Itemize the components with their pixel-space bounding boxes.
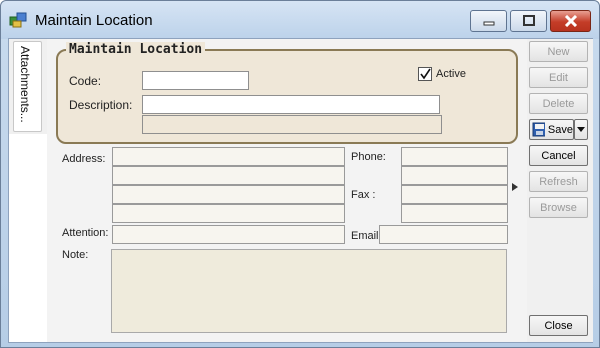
attention-field[interactable] [112,225,345,244]
save-button[interactable]: Save [529,119,574,140]
window-title: Maintain Location [35,12,153,29]
expand-arrow-icon[interactable] [512,183,518,193]
close-button-label: Close [544,319,573,332]
fax-field-1[interactable] [401,185,508,204]
code-field[interactable] [142,71,249,90]
new-button-label: New [547,45,570,58]
main-panel: Maintain Location Code: Description: Act… [47,39,559,342]
delete-button[interactable]: Delete [529,93,588,114]
description-field[interactable] [142,95,440,114]
attachments-tab-label: Attachments... [18,46,32,123]
edit-button[interactable]: Edit [529,67,588,88]
browse-button-label: Browse [540,201,577,214]
active-label: Active [436,68,466,80]
maintain-location-window: Maintain Location Attachments... Maintai… [0,0,600,348]
edit-button-label: Edit [549,71,568,84]
fax-label: Fax : [351,189,376,201]
description2-field[interactable] [142,115,442,134]
floppy-disk-icon [532,122,545,137]
browse-button[interactable]: Browse [529,197,588,218]
client-area: Attachments... Maintain Location Code: D… [8,38,593,343]
email-field[interactable] [379,225,508,244]
close-window-button[interactable] [550,10,591,32]
fax-field-2[interactable] [401,204,508,223]
refresh-button-label: Refresh [539,175,578,188]
chevron-down-icon [577,127,585,132]
cancel-button[interactable]: Cancel [529,145,588,166]
address-line-3[interactable] [112,185,345,204]
description-label: Description: [69,98,133,112]
attention-label: Attention: [62,227,109,239]
save-dropdown-button[interactable] [574,119,588,140]
minimize-button[interactable] [470,10,507,32]
phone-field-2[interactable] [401,166,508,185]
new-button[interactable]: New [529,41,588,62]
address-line-2[interactable] [112,166,345,185]
location-app-icon [9,11,27,29]
email-label: Email: [351,230,382,242]
button-panel: New Edit Delete Save Cancel Refresh Brow… [527,39,593,342]
minimize-icon [483,21,494,26]
title-bar: Maintain Location [1,1,599,39]
address-line-4[interactable] [112,204,345,223]
group-title: Maintain Location [66,42,206,57]
code-label: Code: [69,74,102,88]
maximize-icon [522,15,535,26]
address-line-1[interactable] [112,147,345,166]
delete-button-label: Delete [542,97,575,110]
left-strip [9,134,47,342]
address-label: Address: [62,153,106,165]
checkmark-icon [420,68,431,80]
phone-label: Phone: [351,151,386,163]
note-field[interactable] [111,249,507,333]
refresh-button[interactable]: Refresh [529,171,588,192]
cancel-button-label: Cancel [541,149,576,162]
active-checkbox[interactable] [418,67,432,81]
close-icon [564,15,577,27]
close-button[interactable]: Close [529,315,588,336]
save-button-label: Save [547,123,573,136]
note-label: Note: [62,249,89,261]
attachments-tab[interactable]: Attachments... [13,41,42,132]
maximize-button[interactable] [510,10,547,32]
location-group: Maintain Location Code: Description: Act… [56,42,518,144]
phone-field-1[interactable] [401,147,508,166]
